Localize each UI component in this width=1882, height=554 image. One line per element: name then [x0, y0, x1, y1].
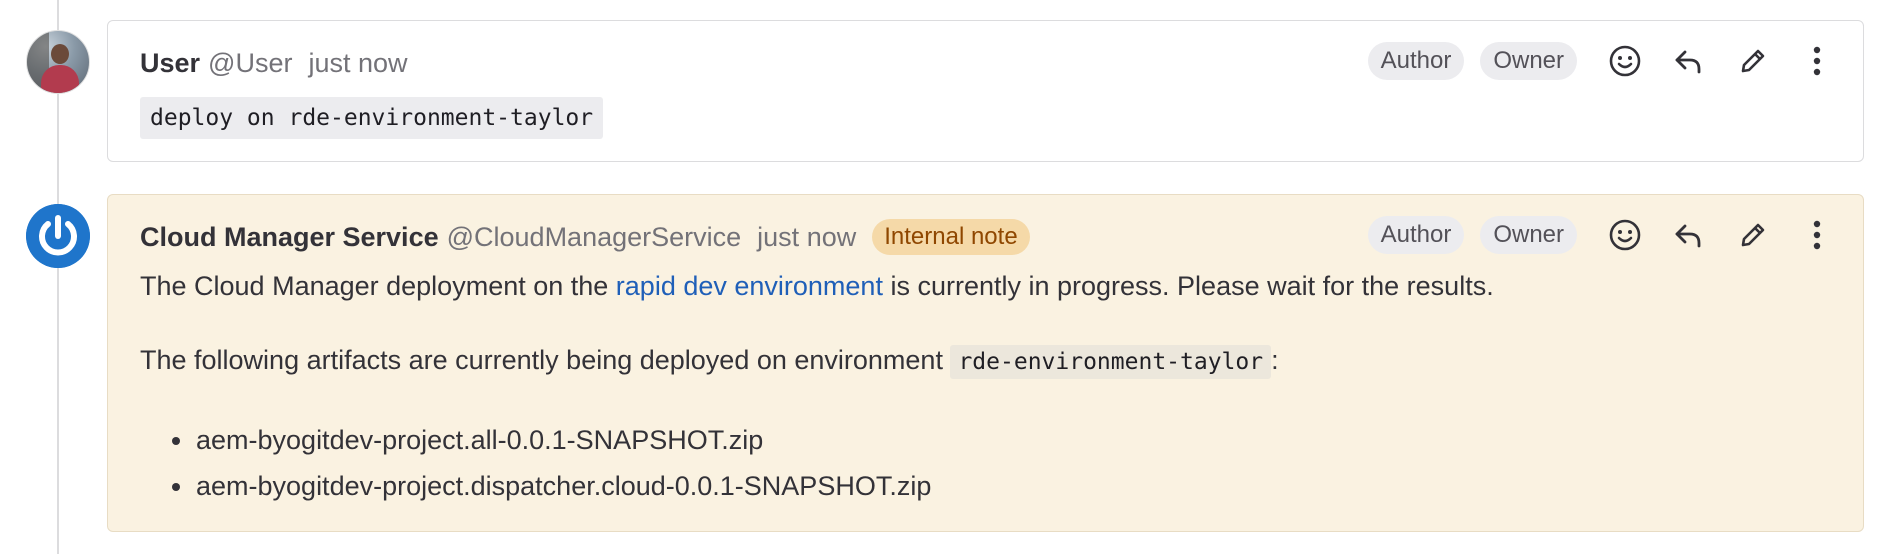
- author-handle[interactable]: @User: [208, 48, 292, 79]
- author-name[interactable]: Cloud Manager Service: [140, 222, 439, 253]
- command-code: deploy on rde-environment-taylor: [140, 97, 604, 139]
- more-actions-button[interactable]: [1795, 213, 1839, 257]
- rapid-dev-environment-link[interactable]: rapid dev environment: [616, 271, 883, 301]
- more-actions-button[interactable]: [1795, 39, 1839, 83]
- list-item: aem-byogitdev-project.dispatcher.cloud-0…: [140, 463, 931, 509]
- reply-button[interactable]: [1667, 213, 1711, 257]
- service-avatar[interactable]: [26, 204, 90, 268]
- edit-button[interactable]: [1731, 39, 1775, 83]
- note-header: Cloud Manager Service @CloudManagerServi…: [140, 217, 1030, 257]
- note-card: User @User just now Author Owner deploy …: [107, 20, 1864, 162]
- list-item: aem-byogitdev-project.all-0.0.1-SNAPSHOT…: [140, 417, 931, 463]
- reply-button[interactable]: [1667, 39, 1711, 83]
- artifacts-intro-text: The following artifacts are currently be…: [140, 341, 1831, 381]
- note-user: User @User just now Author Owner deploy …: [0, 20, 1882, 162]
- timestamp[interactable]: just now: [757, 222, 856, 253]
- smiley-icon: [1609, 45, 1641, 77]
- author-name[interactable]: User: [140, 48, 200, 79]
- note-actions: Author Owner: [1352, 213, 1839, 257]
- internal-note-badge: Internal note: [872, 219, 1030, 255]
- pencil-icon: [1741, 49, 1765, 73]
- add-reaction-button[interactable]: [1603, 213, 1647, 257]
- text-segment: :: [1271, 345, 1279, 375]
- reply-icon: [1675, 50, 1701, 74]
- text-segment: is currently in progress. Please wait fo…: [882, 271, 1494, 301]
- add-reaction-button[interactable]: [1603, 39, 1647, 83]
- owner-badge: Owner: [1480, 42, 1577, 80]
- internal-note-card: Cloud Manager Service @CloudManagerServi…: [107, 194, 1864, 532]
- environment-code: rde-environment-taylor: [950, 345, 1272, 379]
- more-vertical-icon: [1813, 220, 1821, 250]
- note-header: User @User just now: [140, 43, 408, 83]
- edit-button[interactable]: [1731, 213, 1775, 257]
- pencil-icon: [1741, 223, 1765, 247]
- text-segment: The following artifacts are currently be…: [140, 345, 951, 375]
- author-badge: Author: [1367, 42, 1465, 80]
- artifact-list: aem-byogitdev-project.all-0.0.1-SNAPSHOT…: [140, 417, 931, 509]
- deployment-status-text: The Cloud Manager deployment on the rapi…: [140, 267, 1831, 305]
- text-segment: The Cloud Manager deployment on the: [140, 271, 616, 301]
- author-handle[interactable]: @CloudManagerService: [447, 222, 742, 253]
- timestamp[interactable]: just now: [308, 48, 407, 79]
- owner-badge: Owner: [1480, 216, 1577, 254]
- more-vertical-icon: [1813, 46, 1821, 76]
- smiley-icon: [1609, 219, 1641, 251]
- user-avatar[interactable]: [26, 30, 90, 94]
- author-badge: Author: [1367, 216, 1465, 254]
- power-logo-icon: [26, 204, 90, 268]
- note-actions: Author Owner: [1352, 39, 1839, 83]
- note-service: Cloud Manager Service @CloudManagerServi…: [0, 194, 1882, 532]
- reply-icon: [1675, 224, 1701, 248]
